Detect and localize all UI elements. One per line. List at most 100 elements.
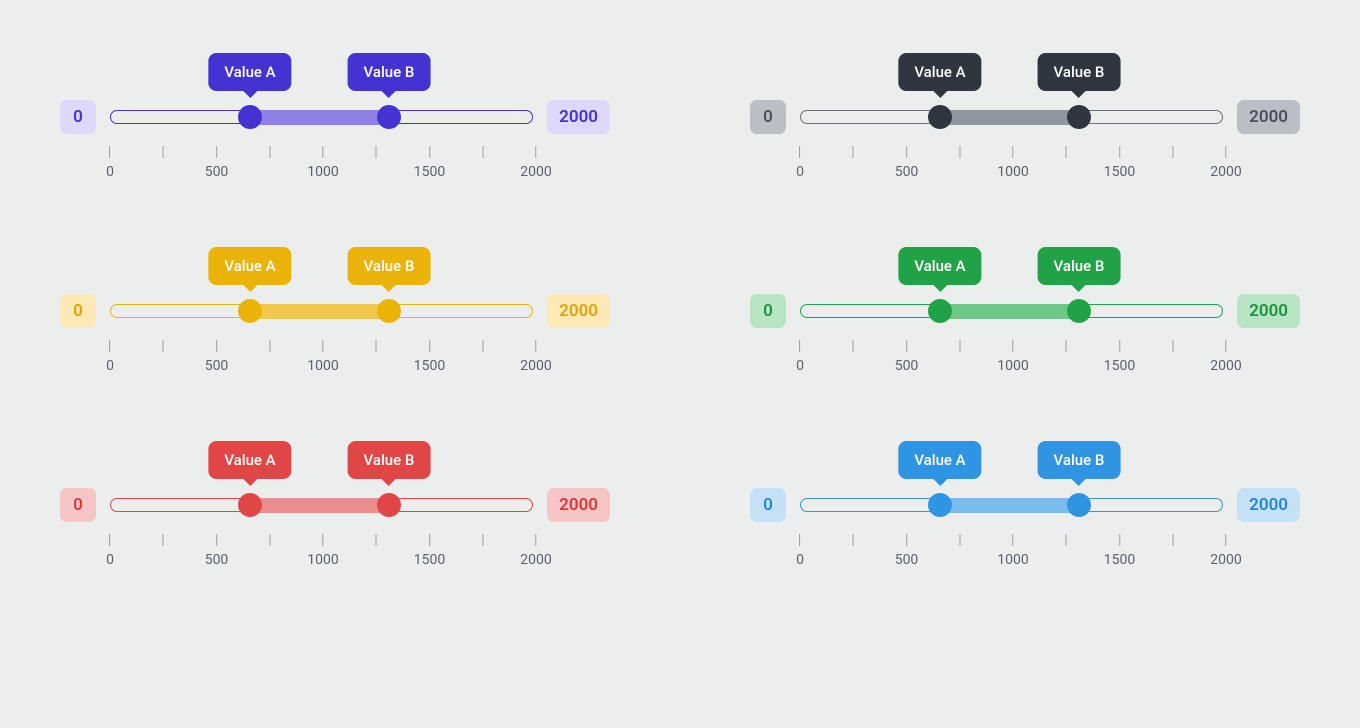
tick-mark	[906, 340, 907, 352]
tick: 0	[106, 340, 114, 374]
tick	[1172, 534, 1173, 546]
tick-mark	[163, 534, 164, 546]
tick-scale: 0500100015002000	[60, 146, 610, 184]
slider-handle-a[interactable]	[928, 299, 952, 323]
tick: 0	[106, 146, 114, 180]
tick: 2000	[520, 340, 551, 374]
tick-mark	[1066, 146, 1067, 158]
tick-mark	[1225, 340, 1226, 352]
tick-mark	[429, 340, 430, 352]
range-slider-gray: 0Value AValue B20000500100015002000	[750, 50, 1300, 184]
slider-handle-b[interactable]	[377, 299, 401, 323]
tick-mark	[110, 340, 111, 352]
slider-track[interactable]: Value AValue B	[110, 498, 533, 512]
min-badge: 0	[60, 100, 96, 134]
range-slider-amber: 0Value AValue B20000500100015002000	[60, 244, 610, 378]
tick-label: 1000	[307, 164, 338, 180]
tick-mark	[1119, 146, 1120, 158]
tick	[959, 340, 960, 352]
tick-mark	[163, 340, 164, 352]
tick-label: 0	[106, 164, 114, 180]
range-slider-green: 0Value AValue B20000500100015002000	[750, 244, 1300, 378]
tick	[376, 534, 377, 546]
tick	[163, 340, 164, 352]
slider-handle-b[interactable]	[377, 493, 401, 517]
tick-mark	[269, 534, 270, 546]
slider-track[interactable]: Value AValue B	[800, 110, 1223, 124]
slider-fill	[940, 304, 1079, 319]
tick-label: 500	[895, 552, 919, 568]
tick-mark	[216, 146, 217, 158]
tick-mark	[1119, 340, 1120, 352]
tick-mark	[1066, 340, 1067, 352]
tick	[1066, 146, 1067, 158]
tick: 1500	[1104, 534, 1135, 568]
tick: 500	[205, 146, 229, 180]
min-badge: 0	[60, 488, 96, 522]
slider-handle-a[interactable]	[238, 299, 262, 323]
tick: 2000	[520, 534, 551, 568]
tick-label: 0	[796, 358, 804, 374]
tick-label: 500	[205, 552, 229, 568]
tick-mark	[853, 534, 854, 546]
tick: 500	[205, 340, 229, 374]
tick-label: 1000	[997, 358, 1028, 374]
tick-label: 0	[796, 552, 804, 568]
max-badge: 2000	[1237, 488, 1300, 522]
tick	[269, 146, 270, 158]
tick	[269, 534, 270, 546]
slider-track[interactable]: Value AValue B	[800, 498, 1223, 512]
tick-mark	[959, 146, 960, 158]
slider-handle-a[interactable]	[928, 105, 952, 129]
tick-mark	[853, 340, 854, 352]
tick-mark	[535, 340, 536, 352]
slider-handle-b[interactable]	[377, 105, 401, 129]
tick: 500	[895, 534, 919, 568]
tick-label: 500	[205, 358, 229, 374]
tick: 500	[895, 340, 919, 374]
min-badge: 0	[750, 100, 786, 134]
tick-mark	[322, 534, 323, 546]
tick-label: 2000	[520, 552, 551, 568]
tooltip-a: Value A	[208, 247, 291, 285]
slider-handle-a[interactable]	[238, 493, 262, 517]
tick: 500	[205, 534, 229, 568]
tick-scale: 0 500 1000 1500 2000	[60, 534, 610, 572]
tick: 1000	[997, 534, 1028, 568]
tick-mark	[1225, 146, 1226, 158]
max-badge: 2000	[1237, 100, 1300, 134]
slider-handle-b[interactable]	[1067, 299, 1091, 323]
range-slider-blue: 0Value AValue B20000500100015002000	[750, 438, 1300, 572]
tick: 1500	[1104, 146, 1135, 180]
tick-mark	[216, 534, 217, 546]
tick	[376, 146, 377, 158]
tick	[853, 534, 854, 546]
max-badge: 2000	[547, 100, 610, 134]
range-slider-red: 0 Value AValue B 20000 500 1000 1500 2000	[60, 438, 610, 572]
tick-scale: 0500100015002000	[750, 340, 1300, 378]
tick: 0	[796, 146, 804, 180]
tick	[1066, 534, 1067, 546]
slider-handle-b[interactable]	[1067, 493, 1091, 517]
tick-label: 500	[895, 164, 919, 180]
tick-label: 0	[796, 164, 804, 180]
tick: 2000	[520, 146, 551, 180]
slider-track[interactable]: Value AValue B	[800, 304, 1223, 318]
tick-label: 2000	[1210, 164, 1241, 180]
slider-handle-a[interactable]	[238, 105, 262, 129]
tick-mark	[1012, 340, 1013, 352]
slider-track[interactable]: Value AValue B	[110, 110, 533, 124]
tick-label: 1000	[307, 552, 338, 568]
tooltip-b: Value B	[1038, 247, 1121, 285]
tick-label: 0	[106, 552, 114, 568]
slider-track[interactable]: Value AValue B	[110, 304, 533, 318]
slider-fill	[250, 110, 389, 125]
tick-mark	[906, 534, 907, 546]
tick: 2000	[1210, 146, 1241, 180]
tick	[163, 534, 164, 546]
slider-handle-a[interactable]	[928, 493, 952, 517]
tick-label: 0	[106, 358, 114, 374]
tick-label: 1500	[414, 552, 445, 568]
slider-handle-b[interactable]	[1067, 105, 1091, 129]
tick: 0	[796, 534, 804, 568]
